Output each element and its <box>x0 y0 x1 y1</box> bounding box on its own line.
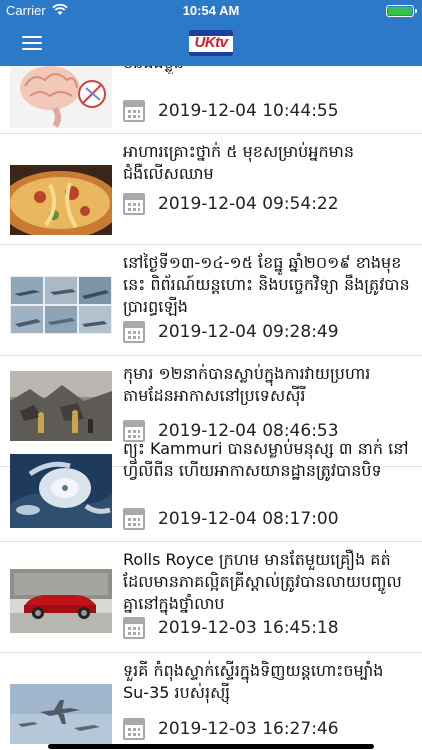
status-bar: Carrier 10:54 AM <box>0 0 422 22</box>
article-date: 2019-12-04 10:44:55 <box>158 101 339 121</box>
article-date: 2019-12-03 16:45:18 <box>158 618 339 638</box>
article-date: 2019-12-04 08:17:00 <box>158 509 339 529</box>
article-title: អាហារគ្រោះថ្នាក់ ៥ មុខសម្រាប់អ្នកមានជំងឺ… <box>123 142 355 183</box>
article-item[interactable]: ព្រមាន មួយចំនួនដែលអាចសម្លាប់មនុស្ស ដោយមិ… <box>0 66 422 134</box>
app-logo: UKtv <box>189 30 233 56</box>
article-thumbnail <box>10 371 112 441</box>
calendar-icon <box>123 617 145 639</box>
logo-text: UKtv <box>194 34 228 51</box>
article-thumbnail <box>10 684 112 744</box>
article-item[interactable]: អាហារគ្រោះថ្នាក់ ៥ មុខសម្រាប់អ្នកមានជំងឺ… <box>0 135 422 245</box>
calendar-icon <box>123 718 145 740</box>
article-thumbnail <box>10 454 112 528</box>
nav-bar: UKtv <box>0 22 422 66</box>
hamburger-menu-icon[interactable] <box>22 36 42 52</box>
article-title: ព្យុះ Kammuri បានសម្លាប់មនុស្ស ៣ នាក់ នៅ… <box>123 439 409 480</box>
article-title: Rolls Royce ក្រហម មានតែមួយគ្រឿង គត់ ដែលម… <box>123 550 402 613</box>
article-item[interactable]: ព្យុះ Kammuri បានសម្លាប់មនុស្ស ៣ នាក់ នៅ… <box>0 432 422 542</box>
article-title: កុមារ ១២នាក់បានស្លាប់ក្នុងការវាយប្រហារតា… <box>123 364 371 405</box>
article-thumbnail <box>10 569 112 633</box>
article-title: នៅថ្ងៃទី១៣-១៤-១៥ ខែធ្នូ ឆ្នាំ២០១៩ ខាងមុខ… <box>123 253 410 316</box>
article-title: ព្រមាន មួយចំនួនដែលអាចសម្លាប់មនុស្ស ដោយមិ… <box>123 66 414 74</box>
article-item[interactable]: នៅថ្ងៃទី១៣-១៤-១៥ ខែធ្នូ ឆ្នាំ២០១៩ ខាងមុខ… <box>0 246 422 356</box>
article-thumbnail <box>10 276 112 334</box>
article-list: ព្រមាន មួយចំនួនដែលអាចសម្លាប់មនុស្ស ដោយមិ… <box>0 66 422 750</box>
article-date: 2019-12-04 09:28:49 <box>158 322 339 342</box>
clock: 10:54 AM <box>182 3 240 18</box>
article-thumbnail <box>10 165 112 235</box>
home-indicator[interactable] <box>48 744 374 749</box>
article-item[interactable]: Rolls Royce ក្រហម មានតែមួយគ្រឿង គត់ ដែលម… <box>0 543 422 653</box>
article-date: 2019-12-03 16:27:46 <box>158 719 339 739</box>
article-date: 2019-12-04 09:54:22 <box>158 194 339 214</box>
calendar-icon <box>123 321 145 343</box>
calendar-icon <box>123 508 145 530</box>
battery-icon <box>386 5 417 17</box>
article-thumbnail <box>10 66 112 128</box>
calendar-icon <box>123 193 145 215</box>
article-item[interactable]: ទួរគី កំពុងស្ទាក់ស្ទើរក្នុងទិញយន្តហោះចម្… <box>0 654 422 750</box>
article-title: ទួរគី កំពុងស្ទាក់ស្ទើរក្នុងទិញយន្តហោះចម្… <box>123 661 384 702</box>
calendar-icon <box>123 100 145 122</box>
